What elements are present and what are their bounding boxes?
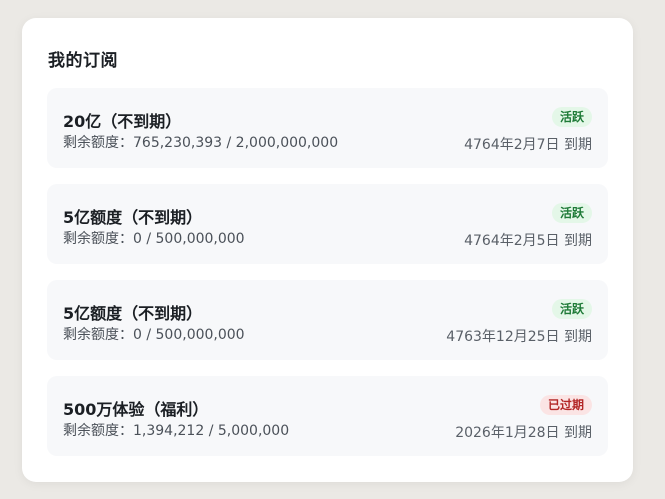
subscription-name: 5亿额度（不到期） bbox=[63, 304, 203, 323]
status-badge: 活跃 bbox=[551, 299, 592, 319]
remaining-quota: 剩余额度：0 / 500,000,000 bbox=[63, 231, 245, 247]
status-badge: 活跃 bbox=[551, 203, 592, 223]
expiry-date: 4763年12月25日 到期 bbox=[446, 329, 592, 345]
expiry-date: 4764年2月7日 到期 bbox=[464, 137, 592, 153]
expiry-date: 4764年2月5日 到期 bbox=[464, 233, 592, 249]
subscriptions-card: 我的订阅 20亿（不到期） 剩余额度：765,230,393 / 2,000,0… bbox=[22, 18, 633, 482]
subscription-list: 20亿（不到期） 剩余额度：765,230,393 / 2,000,000,00… bbox=[47, 88, 608, 472]
remaining-quota: 剩余额度：0 / 500,000,000 bbox=[63, 327, 245, 343]
subscription-item[interactable]: 5亿额度（不到期） 剩余额度：0 / 500,000,000 活跃 4763年1… bbox=[47, 280, 608, 360]
subscription-item[interactable]: 20亿（不到期） 剩余额度：765,230,393 / 2,000,000,00… bbox=[47, 88, 608, 168]
remaining-quota: 剩余额度：1,394,212 / 5,000,000 bbox=[63, 423, 290, 439]
subscription-name: 20亿（不到期） bbox=[63, 112, 182, 131]
status-badge: 已过期 bbox=[539, 395, 592, 415]
subscription-name: 5亿额度（不到期） bbox=[63, 208, 203, 227]
subscription-item[interactable]: 500万体验（福利） 剩余额度：1,394,212 / 5,000,000 已过… bbox=[47, 376, 608, 456]
expiry-date: 2026年1月28日 到期 bbox=[455, 425, 592, 441]
subscription-item[interactable]: 5亿额度（不到期） 剩余额度：0 / 500,000,000 活跃 4764年2… bbox=[47, 184, 608, 264]
subscription-name: 500万体验（福利） bbox=[63, 400, 209, 419]
remaining-quota: 剩余额度：765,230,393 / 2,000,000,000 bbox=[63, 135, 339, 151]
page-title: 我的订阅 bbox=[48, 51, 118, 71]
status-badge: 活跃 bbox=[551, 107, 592, 127]
